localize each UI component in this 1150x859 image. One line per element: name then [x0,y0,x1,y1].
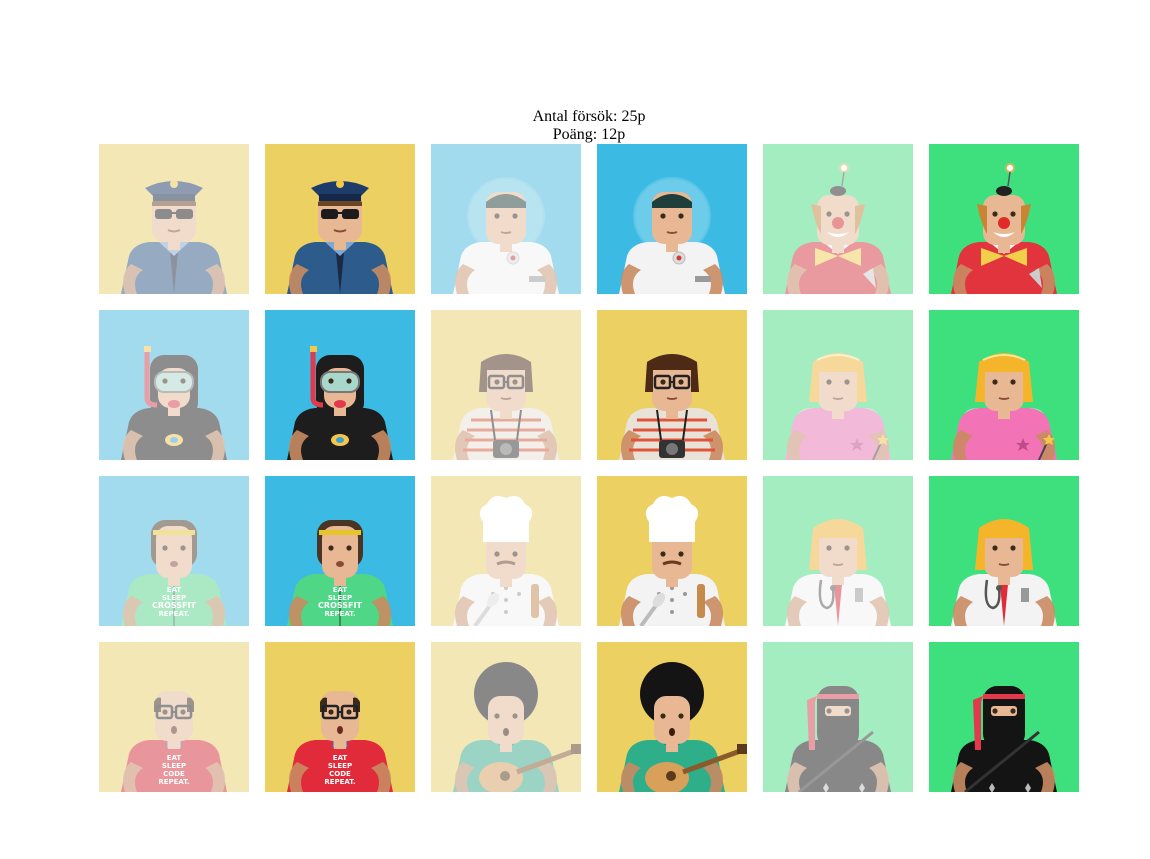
card-astronaut[interactable] [431,144,581,294]
card-ninja[interactable] [929,642,1079,792]
card-police[interactable] [265,144,415,294]
svg-text:CROSSFIT: CROSSFIT [152,601,196,610]
attempts-counter: Antal försök: 25p [532,108,646,125]
doctor-illustration [929,476,1079,626]
police-illustration [99,144,249,294]
ninja-illustration [763,642,913,792]
astronaut-illustration [597,144,747,294]
photographer-illustration [597,310,747,460]
fairy-illustration [929,310,1079,460]
svg-text:EAT: EAT [333,754,348,762]
card-photographer[interactable] [431,310,581,460]
card-fairy[interactable] [929,310,1079,460]
memory-board: EAT SLEEP CROSSFIT REPEAT. EAT SLEEP CROSSFIT R… [99,144,1079,792]
svg-text:REPEAT.: REPEAT. [324,610,355,618]
diver-illustration [99,310,249,460]
card-guitarist[interactable] [431,642,581,792]
fairy-illustration [763,310,913,460]
svg-text:CODE: CODE [163,770,185,778]
card-ninja[interactable] [763,642,913,792]
svg-text:EAT: EAT [333,586,348,594]
card-doctor[interactable] [929,476,1079,626]
crossfit-guy-illustration: EATSLEEPCROSSFITREPEAT. [265,476,415,626]
svg-text:REPEAT.: REPEAT. [324,778,355,786]
card-chef[interactable] [431,476,581,626]
clown-illustration [929,144,1079,294]
card-police[interactable] [99,144,249,294]
card-astronaut[interactable] [597,144,747,294]
svg-text:EAT: EAT [167,586,182,594]
diver-illustration [265,310,415,460]
card-guitarist[interactable] [597,642,747,792]
svg-text:REPEAT.: REPEAT. [158,610,189,618]
svg-text:EAT: EAT [167,754,182,762]
coder-illustration: EATSLEEPCODEREPEAT. [265,642,415,792]
card-clown[interactable] [763,144,913,294]
clown-illustration [763,144,913,294]
photographer-illustration [431,310,581,460]
ninja-illustration [929,642,1079,792]
card-fairy[interactable] [763,310,913,460]
police-illustration [265,144,415,294]
guitarist-illustration [597,642,747,792]
card-chef[interactable] [597,476,747,626]
svg-text:REPEAT.: REPEAT. [158,778,189,786]
score-counter: Poäng: 12p [552,126,626,143]
astronaut-illustration [431,144,581,294]
card-diver[interactable] [265,310,415,460]
guitarist-illustration [431,642,581,792]
card-diver[interactable] [99,310,249,460]
score-panel: Antal försök: 25p Poäng: 12p [0,108,1150,144]
card-doctor[interactable] [763,476,913,626]
crossfit-guy-illustration: EATSLEEPCROSSFITREPEAT. [99,476,249,626]
card-coder[interactable]: EAT SLEEP CODE REPEAT. [99,642,249,792]
card-coder[interactable]: EAT SLEEP CODE REPEAT. [265,642,415,792]
doctor-illustration [763,476,913,626]
card-clown[interactable] [929,144,1079,294]
card-crossfit-guy[interactable]: EAT SLEEP CROSSFIT REPEAT. [99,476,249,626]
coder-illustration: EATSLEEPCODEREPEAT. [99,642,249,792]
svg-text:SLEEP: SLEEP [328,762,352,770]
card-crossfit-guy[interactable]: EAT SLEEP CROSSFIT REPEAT. [265,476,415,626]
chef-illustration [597,476,747,626]
chef-illustration [431,476,581,626]
svg-text:CODE: CODE [329,770,351,778]
svg-text:CROSSFIT: CROSSFIT [318,601,362,610]
svg-text:SLEEP: SLEEP [162,762,186,770]
card-photographer[interactable] [597,310,747,460]
